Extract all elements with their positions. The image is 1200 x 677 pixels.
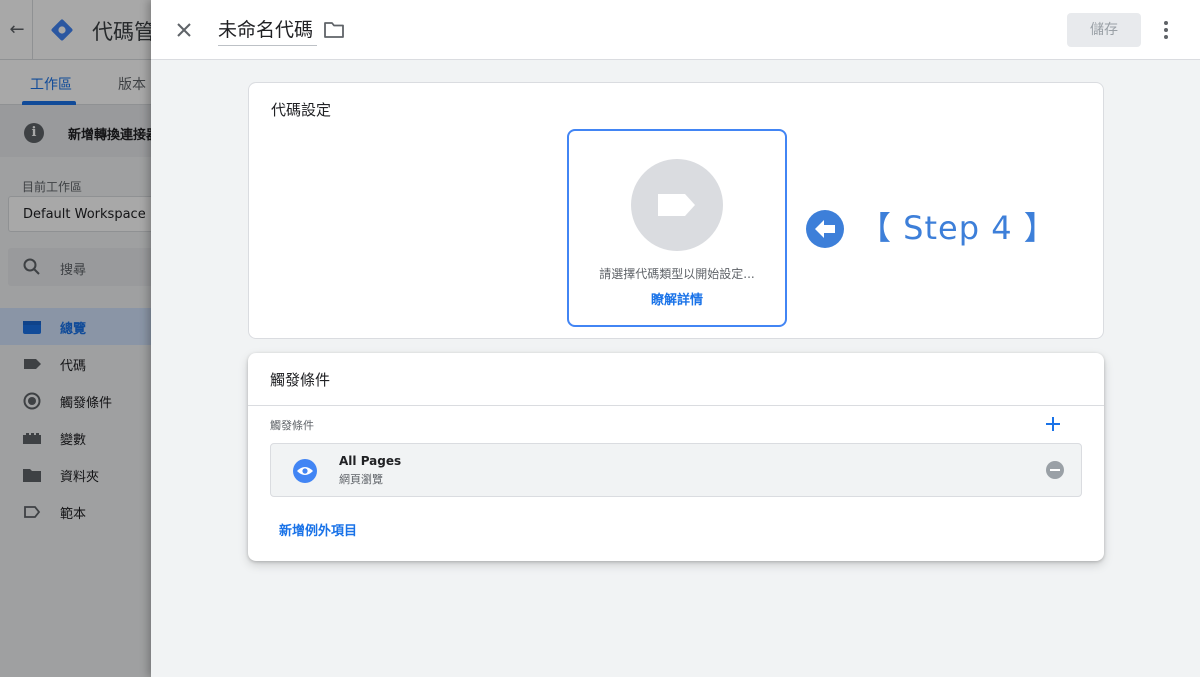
add-exception-link[interactable]: 新增例外項目	[279, 520, 357, 539]
arrow-left-circle-icon	[806, 210, 844, 248]
learn-more-link[interactable]: 瞭解詳情	[569, 289, 785, 308]
trigger-name: All Pages	[339, 454, 402, 468]
tag-name: 未命名代碼	[218, 19, 314, 41]
panel-header: 未命名代碼 儲存	[151, 0, 1200, 60]
trigger-type: 網頁瀏覽	[339, 473, 383, 486]
save-button[interactable]: 儲存	[1067, 13, 1141, 47]
tag-type-selector[interactable]: 請選擇代碼類型以開始設定... 瞭解詳情	[567, 129, 787, 327]
card-title: 觸發條件	[270, 371, 331, 389]
step-annotation: 【 Step 4 】	[859, 209, 1057, 247]
remove-circle-icon[interactable]	[1045, 460, 1065, 480]
close-icon[interactable]	[171, 16, 197, 44]
tag-type-placeholder	[631, 159, 723, 251]
scrim-overlay[interactable]	[0, 0, 151, 677]
add-icon[interactable]	[1042, 413, 1064, 435]
eye-icon	[293, 459, 317, 483]
triggers-subtitle: 觸發條件	[270, 419, 314, 432]
card-title: 代碼設定	[271, 101, 332, 119]
triggering-card: 觸發條件 觸發條件 All Pages 網頁瀏覽 新增例外項目	[248, 353, 1104, 561]
tag-icon	[658, 194, 695, 216]
more-vert-icon[interactable]	[1155, 18, 1177, 42]
tag-name-field[interactable]: 未命名代碼	[218, 14, 318, 46]
tag-editor-panel: 未命名代碼 儲存 代碼設定 請選擇代碼類型以開始設定... 瞭解詳情 【 Ste…	[151, 0, 1200, 677]
trigger-row[interactable]: All Pages 網頁瀏覽	[270, 443, 1082, 497]
tag-type-prompt: 請選擇代碼類型以開始設定...	[599, 267, 755, 281]
divider	[248, 405, 1104, 406]
tag-configuration-card: 代碼設定 請選擇代碼類型以開始設定... 瞭解詳情 【 Step 4 】	[248, 82, 1104, 339]
folder-icon[interactable]	[323, 20, 345, 40]
